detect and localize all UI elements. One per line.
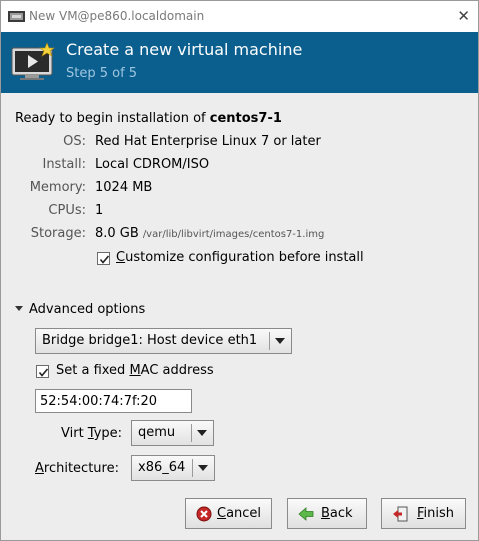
finish-button[interactable]: Finish xyxy=(381,498,466,529)
virtual-machine-icon xyxy=(11,42,55,80)
cpus-value: 1 xyxy=(95,203,104,218)
chevron-down-icon xyxy=(197,430,207,436)
ready-prefix: Ready to begin installation of xyxy=(15,111,210,126)
os-value: Red Hat Enterprise Linux 7 or later xyxy=(95,134,321,149)
customize-label[interactable]: Customize configuration before install xyxy=(116,250,364,265)
network-selection-dropdown[interactable]: Bridge bridge1: Host device eth1 xyxy=(35,328,292,354)
vm-name: centos7-1 xyxy=(209,111,282,126)
arrow-left-icon xyxy=(298,507,314,521)
architecture-dropdown[interactable]: x86_64 xyxy=(131,455,215,481)
virt-type-label: Virt Type: xyxy=(61,426,123,441)
architecture-value: x86_64 xyxy=(138,460,186,475)
storage-path: /var/lib/libvirt/images/centos7-1.img xyxy=(142,229,325,240)
storage-size: 8.0 GB xyxy=(95,226,139,241)
banner-title: Create a new virtual machine xyxy=(66,40,303,59)
install-value: Local CDROM/ISO xyxy=(95,157,210,172)
step-indicator: Step 5 of 5 xyxy=(66,66,138,81)
finish-icon xyxy=(393,506,408,522)
expander-arrow-icon xyxy=(15,306,23,311)
architecture-label: Architecture: xyxy=(35,461,119,476)
fixed-mac-checkbox[interactable] xyxy=(36,365,49,378)
fixed-mac-label[interactable]: Set a fixed MAC address xyxy=(56,363,214,378)
title-bar: New VM@pe860.localdomain ✕ xyxy=(1,1,478,32)
cpus-label: CPUs: xyxy=(48,203,86,218)
window-title: New VM@pe860.localdomain xyxy=(29,9,205,23)
ready-heading: Ready to begin installation of centos7-1 xyxy=(15,111,282,126)
wizard-banner: Create a new virtual machine Step 5 of 5 xyxy=(1,32,478,93)
virt-manager-app-icon xyxy=(8,11,25,22)
chevron-down-icon xyxy=(275,338,285,344)
new-vm-dialog: New VM@pe860.localdomain ✕ Create a new … xyxy=(0,0,479,541)
storage-label: Storage: xyxy=(30,226,86,241)
checkmark-icon xyxy=(99,255,110,264)
wizard-content: Ready to begin installation of centos7-1… xyxy=(1,93,478,540)
memory-label: Memory: xyxy=(29,180,86,195)
close-icon[interactable]: ✕ xyxy=(457,7,470,25)
advanced-options-label: Advanced options xyxy=(29,302,146,317)
customize-checkbox[interactable] xyxy=(97,252,110,265)
virt-type-dropdown[interactable]: qemu xyxy=(131,420,214,446)
cancel-button-label: Cancel xyxy=(217,506,262,521)
network-selected-value: Bridge bridge1: Host device eth1 xyxy=(42,333,258,348)
back-button[interactable]: Back xyxy=(287,498,367,529)
install-label: Install: xyxy=(42,157,86,172)
back-button-label: Back xyxy=(321,506,353,521)
cancel-icon xyxy=(196,506,212,522)
chevron-down-icon xyxy=(198,465,208,471)
checkmark-icon xyxy=(38,368,49,377)
os-label: OS: xyxy=(63,134,86,149)
advanced-options-expander[interactable]: Advanced options xyxy=(15,302,145,317)
cancel-button[interactable]: Cancel xyxy=(185,498,272,529)
mac-address-input[interactable] xyxy=(35,389,192,413)
finish-button-label: Finish xyxy=(417,506,455,521)
memory-value: 1024 MB xyxy=(95,180,153,195)
virt-type-value: qemu xyxy=(138,425,176,440)
storage-value: 8.0 GB/var/lib/libvirt/images/centos7-1.… xyxy=(95,226,324,241)
